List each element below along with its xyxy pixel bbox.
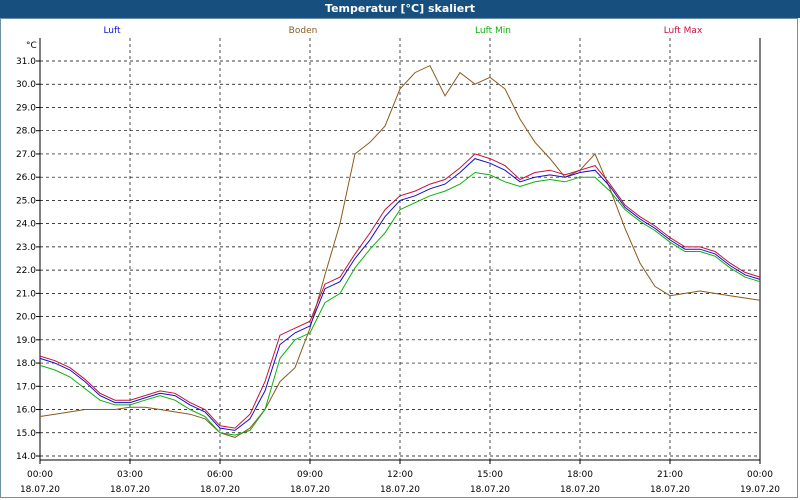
legend-entry-boden: Boden [289, 26, 318, 36]
legend-entry-luft: Luft [103, 26, 121, 36]
y-tick-label: 15.0 [16, 429, 36, 439]
y-tick-label: 20.0 [16, 313, 36, 323]
y-tick-label: 27.0 [16, 150, 36, 160]
y-tick-label: 19.0 [16, 336, 36, 346]
temperature-chart: 14.0 15.0 16.0 17.0 18.0 19.0 20.0 21.0 22.0 23.0… [16, 26, 780, 495]
x-tick-time-label: 12:00 [387, 470, 413, 480]
x-tick-date-label: 18.07.20 [470, 485, 510, 495]
y-tick-label: 18.0 [16, 359, 36, 369]
x-tick-time-label: 21:00 [657, 470, 683, 480]
y-tick-label: 24.0 [16, 220, 36, 230]
y-tick-label: 30.0 [16, 80, 36, 90]
x-tick-date-label: 18.07.20 [380, 485, 420, 495]
y-tick-label: 29.0 [16, 103, 36, 113]
y-tick-label: 22.0 [16, 266, 36, 276]
x-tick-date-label: 19.07.20 [740, 485, 780, 495]
x-tick-date-label: 18.07.20 [200, 485, 240, 495]
x-tick-date-label: 18.07.20 [650, 485, 690, 495]
x-tick-time-label: 15:00 [477, 470, 503, 480]
x-tick-time-label: 09:00 [297, 470, 323, 480]
y-tick-label: 23.0 [16, 243, 36, 253]
x-tick-time-label: 18:00 [567, 470, 593, 480]
x-tick-time-label: 06:00 [207, 470, 233, 480]
x-tick-date-label: 18.07.20 [560, 485, 600, 495]
x-tick-date-label: 18.07.20 [20, 485, 60, 495]
x-tick-time-label: 03:00 [117, 470, 143, 480]
y-tick-label: 26.0 [16, 173, 36, 183]
y-tick-label: 21.0 [16, 289, 36, 299]
x-tick-date-label: 18.07.20 [110, 485, 150, 495]
y-unit-label: °C [26, 41, 37, 51]
y-tick-label: 25.0 [16, 196, 36, 206]
y-tick-label: 31.0 [16, 57, 36, 67]
series-line-luft [39, 158, 761, 431]
y-tick-label: 17.0 [16, 382, 36, 392]
y-tick-label: 28.0 [16, 127, 36, 137]
y-tick-label: 14.0 [16, 452, 36, 462]
legend-entry-luft-min: Luft Min [475, 26, 511, 36]
x-tick-time-label: 00:00 [747, 470, 773, 480]
x-tick-date-label: 18.07.20 [290, 485, 330, 495]
legend-entry-luft-max: Luft Max [664, 26, 703, 36]
x-tick-time-label: 00:00 [27, 470, 53, 480]
y-tick-label: 16.0 [16, 406, 36, 416]
